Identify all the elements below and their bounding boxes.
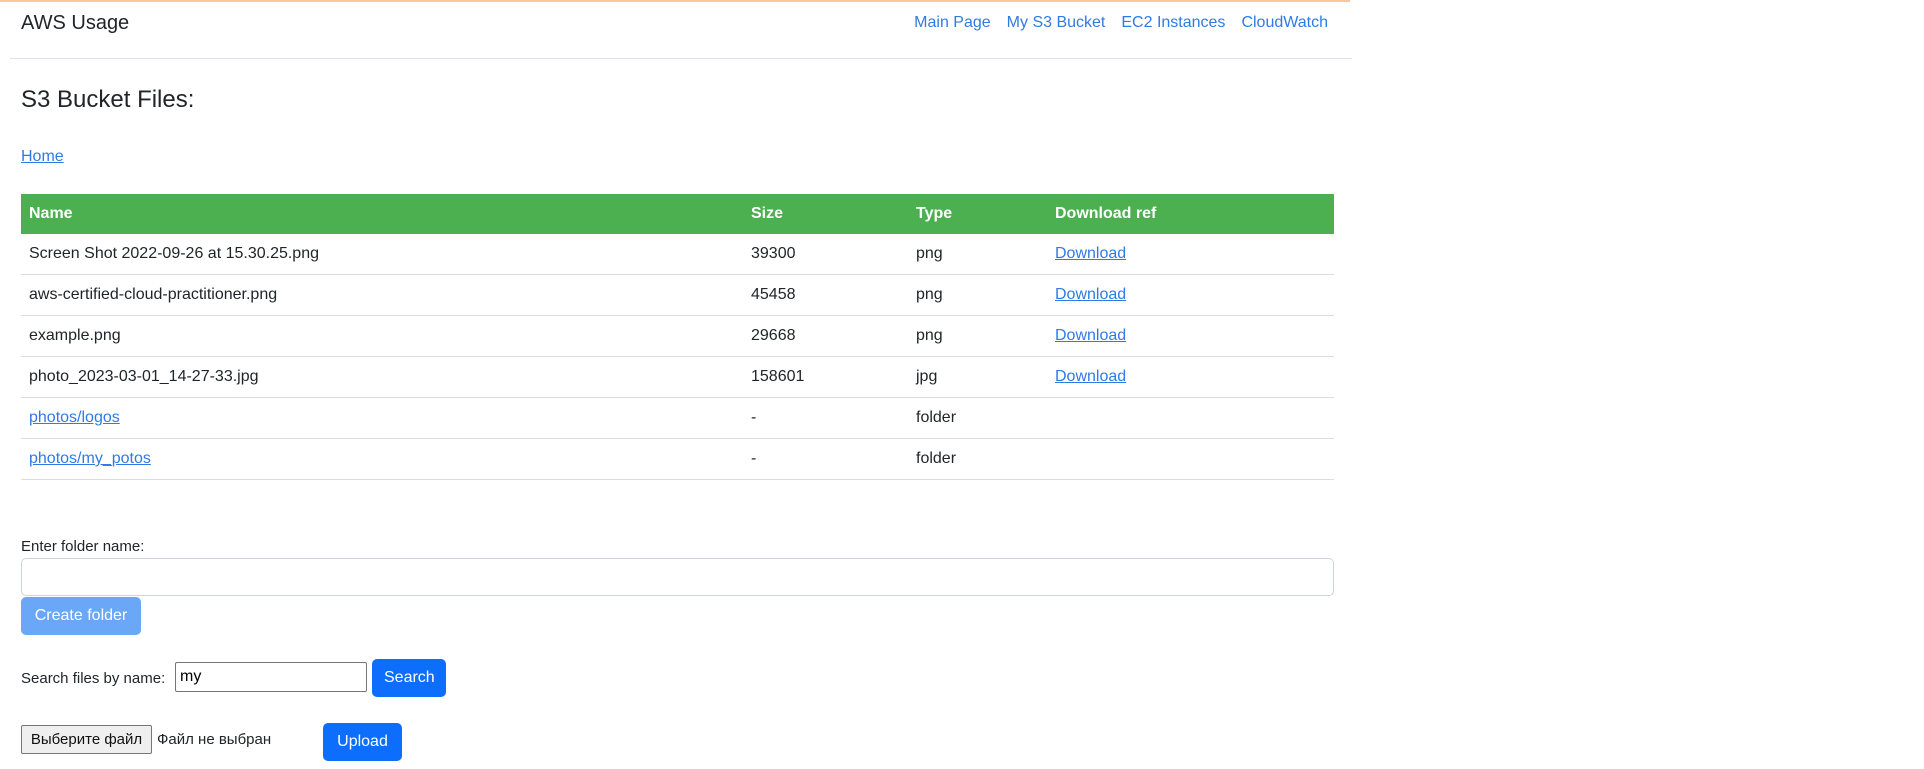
- search-button[interactable]: Search: [372, 659, 446, 697]
- search-label: Search files by name:: [21, 670, 166, 687]
- upload-button[interactable]: Upload: [323, 723, 402, 761]
- file-type: png: [908, 274, 1047, 316]
- folder-name-cell: photos/my_potos: [21, 438, 743, 480]
- folder-link[interactable]: photos/logos: [29, 409, 120, 426]
- file-size: -: [743, 438, 908, 480]
- file-size: 158601: [743, 356, 908, 398]
- download-cell: Download: [1047, 356, 1334, 398]
- navbar: AWS Usage Main Page My S3 Bucket EC2 Ins…: [10, 2, 1352, 59]
- header-name: Name: [21, 194, 743, 234]
- file-name: example.png: [21, 315, 743, 357]
- file-size: 29668: [743, 315, 908, 357]
- folder-name-cell: photos/logos: [21, 397, 743, 439]
- nav-link-my-s3-bucket[interactable]: My S3 Bucket: [1007, 14, 1106, 32]
- folder-link[interactable]: photos/my_potos: [29, 450, 151, 467]
- create-folder-button[interactable]: Create folder: [21, 597, 141, 635]
- file-type: folder: [908, 397, 1047, 439]
- folder-name-input[interactable]: [21, 558, 1334, 596]
- table-header-row: Name Size Type Download ref: [21, 194, 1334, 234]
- breadcrumb: Home: [21, 148, 64, 166]
- table-row: photos/logos - folder: [21, 397, 1334, 439]
- table-row: photo_2023-03-01_14-27-33.jpg 158601 jpg…: [21, 356, 1334, 398]
- breadcrumb-home-link[interactable]: Home: [21, 148, 64, 165]
- file-size: 45458: [743, 274, 908, 316]
- file-size: 39300: [743, 234, 908, 275]
- table-row: photos/my_potos - folder: [21, 438, 1334, 480]
- files-table: Name Size Type Download ref Screen Shot …: [21, 194, 1334, 480]
- download-cell: Download: [1047, 315, 1334, 357]
- nav-link-main-page[interactable]: Main Page: [914, 14, 991, 32]
- download-link[interactable]: Download: [1055, 368, 1126, 385]
- file-name: Screen Shot 2022-09-26 at 15.30.25.png: [21, 234, 743, 275]
- file-type: png: [908, 315, 1047, 357]
- table-row: aws-certified-cloud-practitioner.png 454…: [21, 274, 1334, 316]
- page-title: S3 Bucket Files:: [21, 86, 195, 113]
- folder-name-label: Enter folder name:: [21, 538, 145, 555]
- download-cell: Download: [1047, 274, 1334, 316]
- header-type: Type: [908, 194, 1047, 234]
- download-link[interactable]: Download: [1055, 327, 1126, 344]
- header-size: Size: [743, 194, 908, 234]
- file-type: png: [908, 234, 1047, 275]
- file-status-text: Файл не выбран: [157, 731, 272, 748]
- table-row: example.png 29668 png Download: [21, 315, 1334, 357]
- nav-link-cloudwatch[interactable]: CloudWatch: [1241, 14, 1328, 32]
- choose-file-button[interactable]: Выберите файл: [21, 725, 152, 754]
- table-row: Screen Shot 2022-09-26 at 15.30.25.png 3…: [21, 234, 1334, 275]
- download-link[interactable]: Download: [1055, 286, 1126, 303]
- file-size: -: [743, 397, 908, 439]
- search-input[interactable]: [175, 662, 367, 692]
- file-type: jpg: [908, 356, 1047, 398]
- file-type: folder: [908, 438, 1047, 480]
- nav-link-ec2-instances[interactable]: EC2 Instances: [1121, 14, 1225, 32]
- file-name: aws-certified-cloud-practitioner.png: [21, 274, 743, 316]
- header-download-ref: Download ref: [1047, 194, 1334, 234]
- download-link[interactable]: Download: [1055, 245, 1126, 262]
- download-cell: [1047, 438, 1334, 480]
- download-cell: Download: [1047, 234, 1334, 275]
- download-cell: [1047, 397, 1334, 439]
- file-name: photo_2023-03-01_14-27-33.jpg: [21, 356, 743, 398]
- brand-title: AWS Usage: [21, 12, 130, 34]
- nav-links: Main Page My S3 Bucket EC2 Instances Clo…: [914, 14, 1328, 32]
